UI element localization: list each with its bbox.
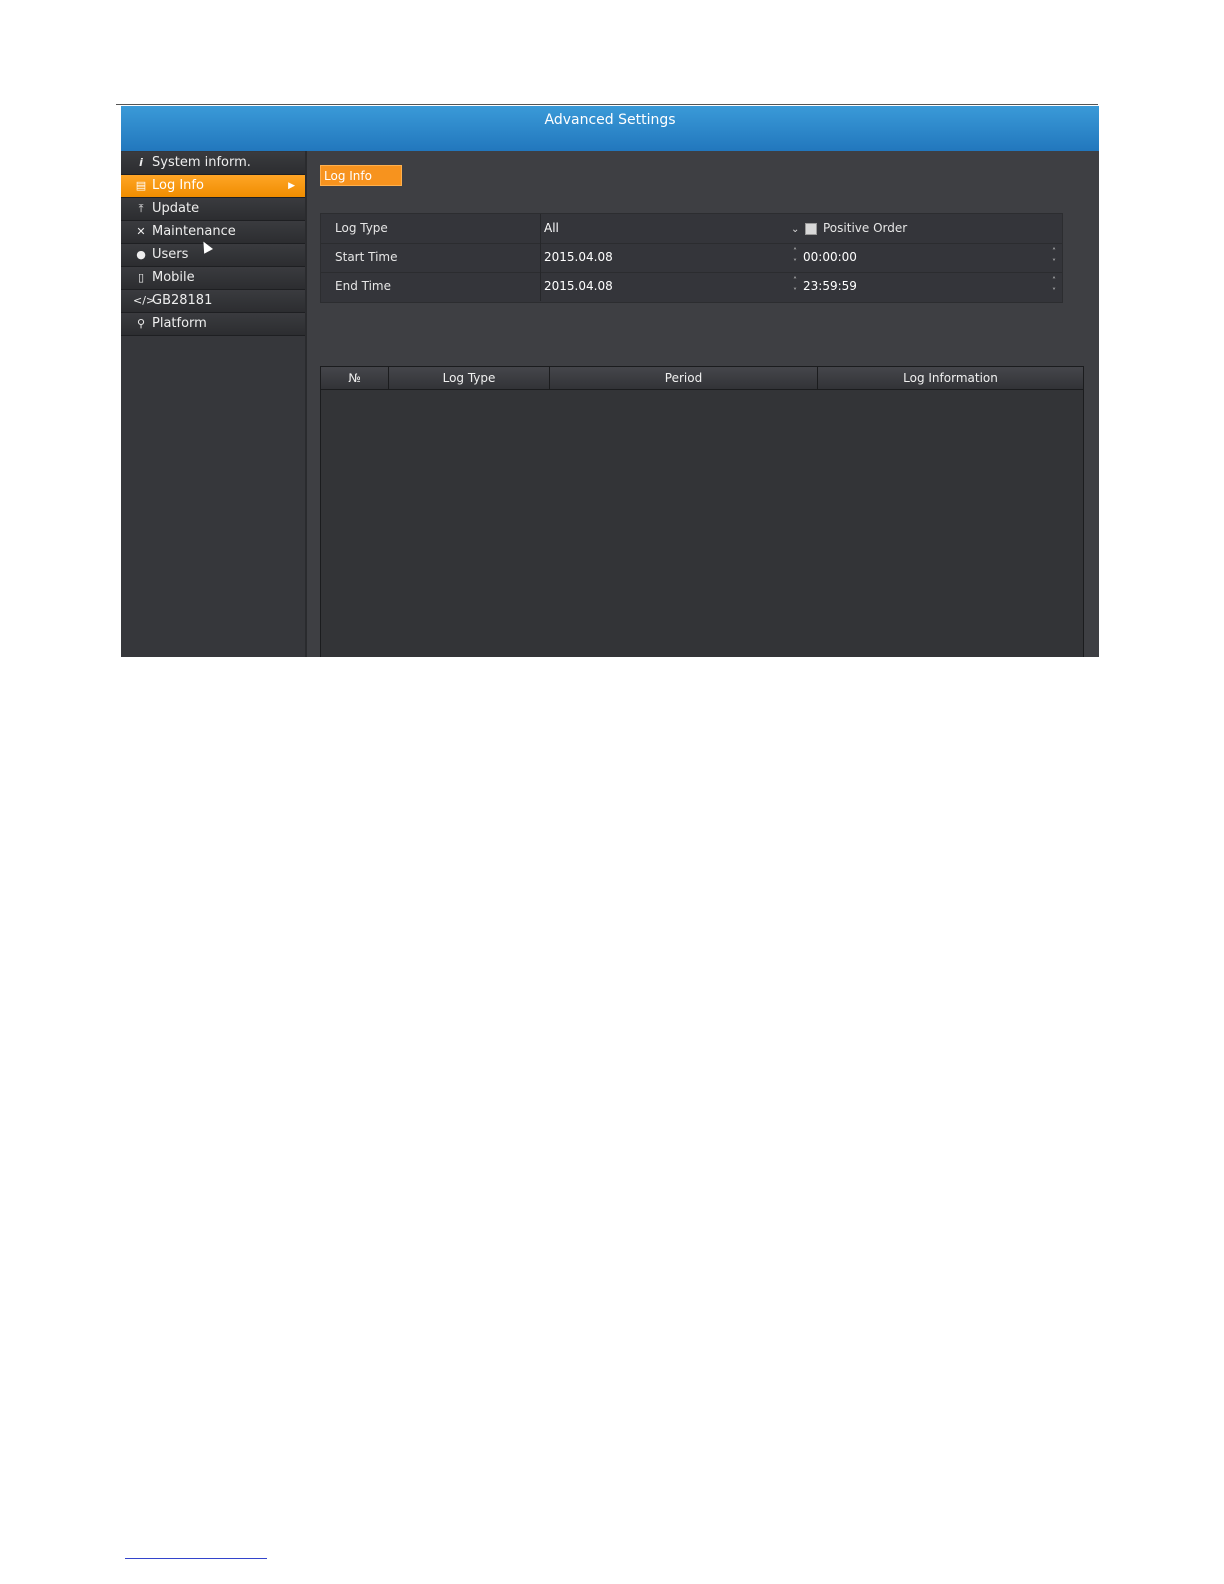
positive-order-checkbox[interactable] — [805, 223, 817, 235]
positive-order-label: Positive Order — [823, 221, 908, 235]
sidebar-item-label: Mobile — [152, 270, 195, 285]
sidebar-item-gb28181[interactable]: </> GB28181 — [121, 290, 305, 313]
page-top-rule — [116, 104, 1098, 105]
end-date-field[interactable]: 2015.04.08 — [544, 272, 613, 301]
sidebar-item-mobile[interactable]: ▯ Mobile — [121, 267, 305, 290]
log-type-label: Log Type — [335, 221, 388, 235]
end-time-label: End Time — [335, 279, 391, 293]
sidebar-item-label: Platform — [152, 316, 207, 331]
end-time-row: End Time 2015.04.08 ˄ ˅ 23:59:59 ˄ ˅ — [321, 272, 1062, 302]
start-time-row: Start Time 2015.04.08 ˄ ˅ 00:00:00 ˄ ˅ — [321, 243, 1062, 273]
log-type-select[interactable]: All — [544, 214, 559, 243]
start-date-stepper-icon[interactable]: ˄ ˅ — [791, 246, 799, 268]
sidebar-item-label: Log Info — [152, 178, 204, 193]
column-header-log-information[interactable]: Log Information — [818, 367, 1083, 389]
sidebar-item-log-info[interactable]: ▤ Log Info ▶ — [121, 175, 305, 198]
chevron-right-icon: ▶ — [288, 181, 295, 191]
column-header-log-type[interactable]: Log Type — [389, 367, 550, 389]
log-icon: ▤ — [135, 179, 147, 192]
start-date-field[interactable]: 2015.04.08 — [544, 243, 613, 272]
window-title: Advanced Settings — [121, 106, 1099, 151]
start-time-stepper-icon[interactable]: ˄ ˅ — [1050, 246, 1058, 268]
footer-link-underline — [125, 1558, 267, 1559]
column-header-number[interactable]: № — [321, 367, 389, 389]
sidebar-item-label: Users — [152, 247, 189, 262]
end-date-stepper-icon[interactable]: ˄ ˅ — [791, 275, 799, 297]
start-time-label: Start Time — [335, 250, 398, 264]
end-time-stepper-icon[interactable]: ˄ ˅ — [1050, 275, 1058, 297]
sidebar-item-label: GB28181 — [152, 293, 213, 308]
advanced-settings-window: Advanced Settings i System inform. ▤ Log… — [121, 106, 1099, 657]
code-icon: </> — [133, 294, 156, 307]
log-table: № Log Type Period Log Information — [320, 366, 1084, 657]
column-separator — [540, 214, 541, 243]
sidebar-item-platform[interactable]: ⚲ Platform — [121, 313, 305, 336]
tools-icon: ✕ — [136, 225, 146, 238]
tab-log-info[interactable]: Log Info — [320, 165, 402, 186]
upload-icon: ⤒ — [138, 202, 144, 215]
link-icon: ⚲ — [136, 317, 146, 330]
sidebar-item-system-inform[interactable]: i System inform. — [121, 152, 305, 175]
mobile-icon: ▯ — [137, 271, 145, 284]
column-header-period[interactable]: Period — [550, 367, 818, 389]
user-icon: ● — [136, 248, 146, 261]
sidebar: i System inform. ▤ Log Info ▶ ⤒ Update ✕… — [121, 151, 305, 657]
log-info-panel: Log Info Log Type All ⌄ Positive Order S… — [307, 151, 1099, 657]
sidebar-item-label: System inform. — [152, 155, 251, 170]
chevron-down-icon[interactable]: ⌄ — [791, 214, 799, 245]
log-type-row: Log Type All ⌄ Positive Order — [321, 214, 1062, 244]
log-table-header: № Log Type Period Log Information — [321, 367, 1083, 390]
column-separator — [540, 272, 541, 301]
log-filter-form: Log Type All ⌄ Positive Order Start Time… — [320, 213, 1063, 303]
sidebar-item-update[interactable]: ⤒ Update — [121, 198, 305, 221]
sidebar-item-users[interactable]: ● Users — [121, 244, 305, 267]
sidebar-item-label: Maintenance — [152, 224, 236, 239]
sidebar-item-label: Update — [152, 201, 200, 216]
info-icon: i — [139, 156, 143, 169]
end-time-field[interactable]: 23:59:59 — [803, 272, 857, 301]
start-time-field[interactable]: 00:00:00 — [803, 243, 857, 272]
column-separator — [540, 243, 541, 272]
sidebar-item-maintenance[interactable]: ✕ Maintenance — [121, 221, 305, 244]
